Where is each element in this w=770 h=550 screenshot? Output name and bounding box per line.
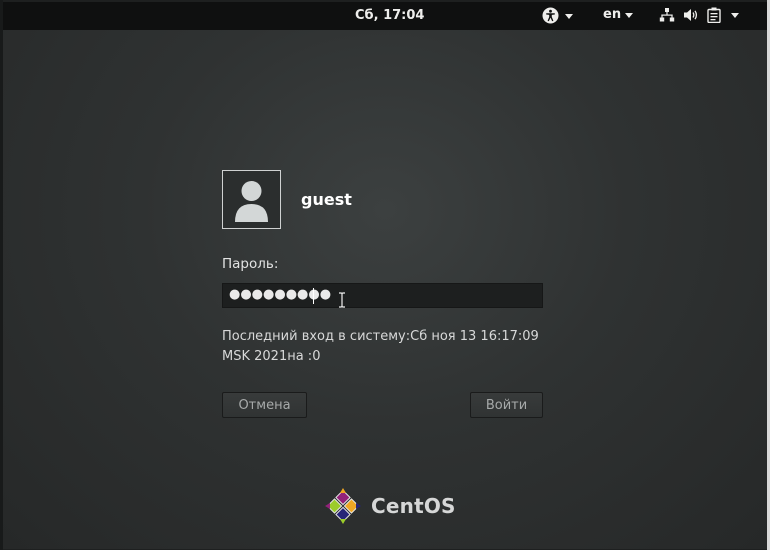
login-button[interactable]: Войти bbox=[470, 392, 543, 418]
language-menu[interactable]: en bbox=[603, 7, 634, 22]
text-cursor bbox=[313, 288, 314, 304]
password-value: ●●●●●●●●● bbox=[229, 287, 332, 302]
password-input[interactable]: ●●●●●●●●● bbox=[222, 283, 543, 308]
language-label: en bbox=[603, 7, 622, 22]
username: guest bbox=[301, 190, 352, 209]
chevron-down-icon bbox=[565, 13, 573, 19]
power-menu-icon bbox=[707, 7, 721, 23]
cancel-button[interactable]: Отмена bbox=[222, 392, 307, 418]
chevron-down-icon bbox=[625, 12, 634, 18]
centos-logo: CentOS bbox=[323, 486, 456, 526]
clock[interactable]: Сб, 17:04 bbox=[355, 8, 424, 23]
mouse-ibeam-icon bbox=[338, 292, 346, 308]
centos-logo-text: CentOS bbox=[371, 494, 456, 518]
avatar bbox=[222, 170, 281, 229]
accessibility-icon bbox=[542, 7, 559, 24]
accessibility-menu[interactable] bbox=[542, 7, 573, 24]
password-label: Пароль: bbox=[222, 256, 279, 272]
centos-logo-icon bbox=[323, 486, 363, 526]
chevron-down-icon bbox=[731, 13, 739, 18]
user-silhouette-icon bbox=[223, 171, 280, 228]
network-icon bbox=[659, 7, 675, 23]
volume-icon bbox=[683, 7, 699, 23]
system-menu[interactable] bbox=[659, 7, 739, 23]
login-screen-background bbox=[3, 2, 767, 549]
last-login-message: Последний вход в систему:Сб ноя 13 16:17… bbox=[222, 329, 539, 364]
top-bar: Сб, 17:04 en bbox=[3, 2, 767, 30]
